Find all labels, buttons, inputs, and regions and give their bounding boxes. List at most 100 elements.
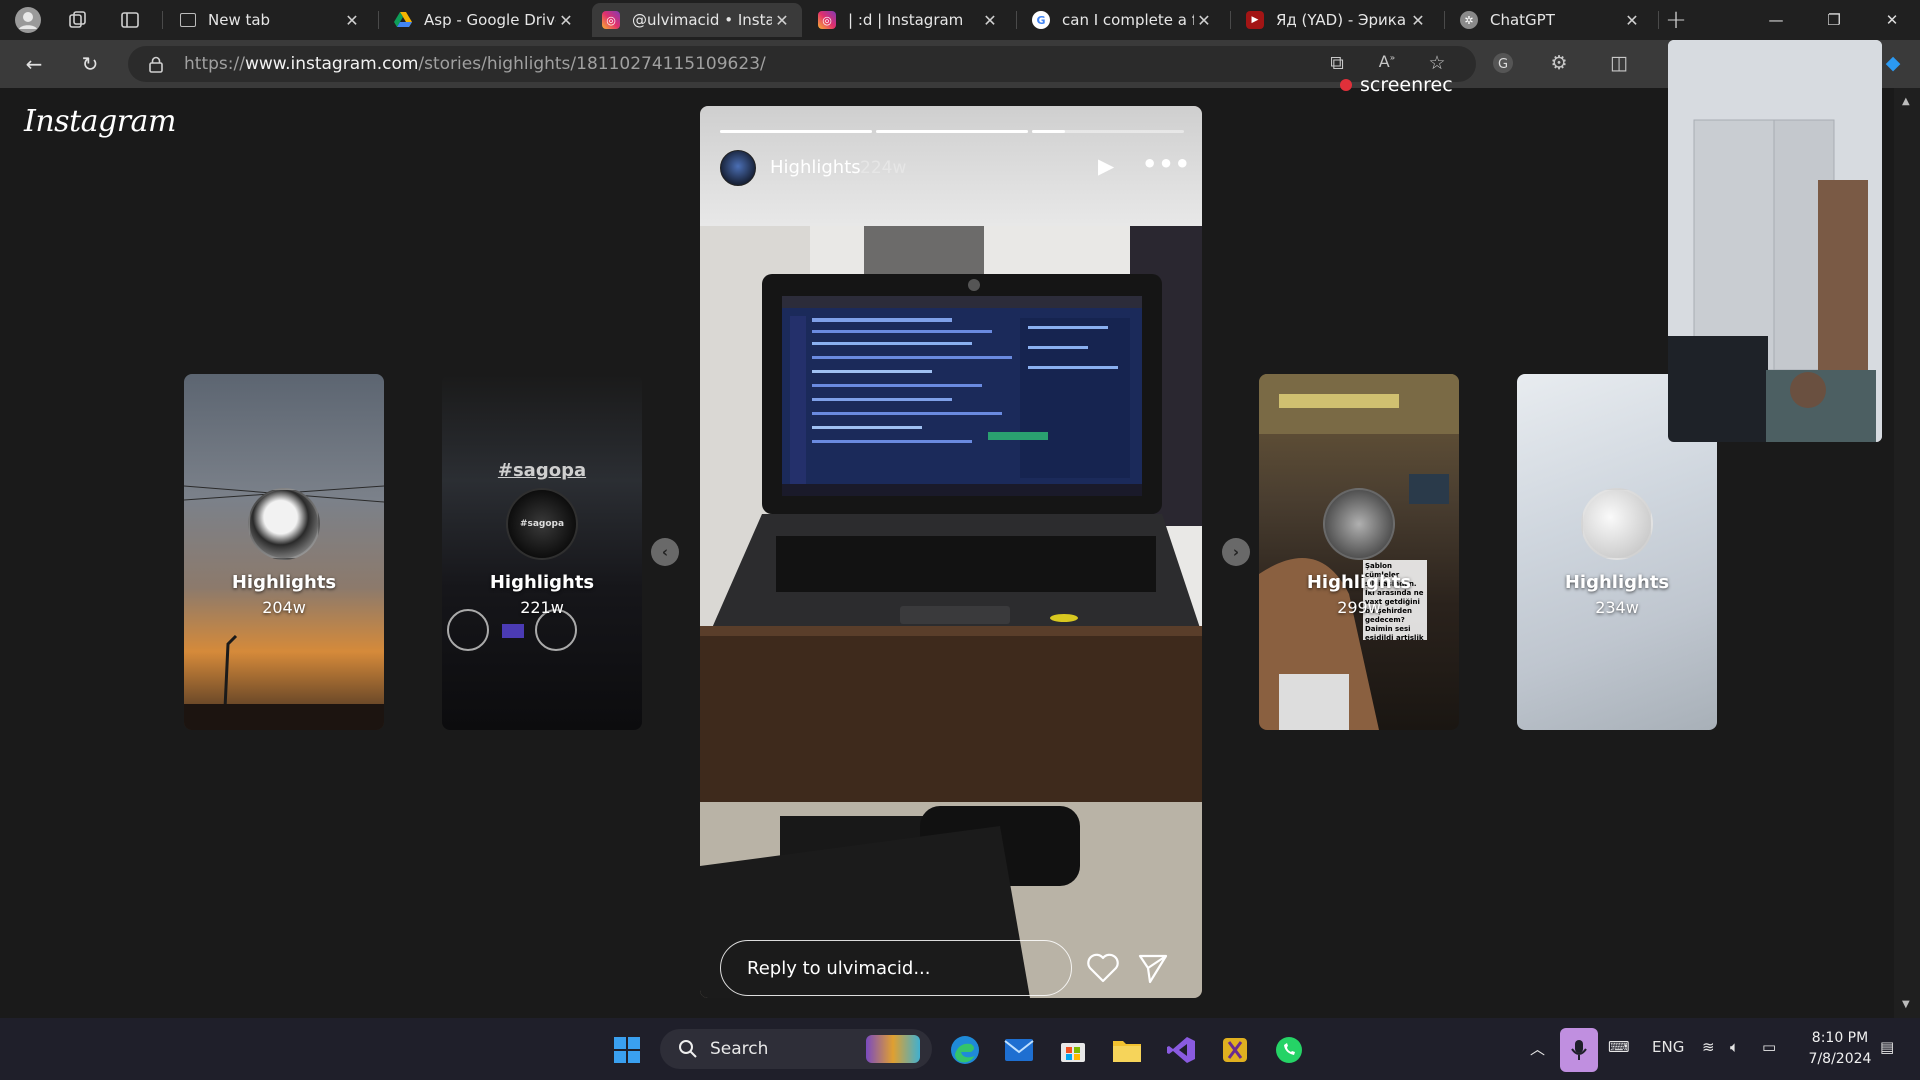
- highlight-card-1[interactable]: Highlights 204w: [184, 374, 384, 730]
- microsoft-store-icon[interactable]: [1054, 1032, 1092, 1068]
- chatgpt-icon: ✲: [1460, 11, 1478, 29]
- tab-title: Яд (YAD) - Эрика Л: [1276, 11, 1408, 29]
- highlight-age: 299w: [1337, 598, 1381, 617]
- mail-icon[interactable]: [1000, 1032, 1038, 1068]
- search-highlight-icon: [866, 1035, 920, 1063]
- tab-instagram-ulvimacid[interactable]: ◎ @ulvimacid • Instag ✕: [592, 3, 802, 37]
- tab-title: | :d | Instagram: [848, 11, 964, 29]
- tab-title: can I complete a ful: [1062, 11, 1194, 29]
- tab-google-search[interactable]: G can I complete a ful ✕: [1022, 3, 1224, 37]
- tab-instagram-d[interactable]: ◎ | :d | Instagram ✕: [808, 3, 1010, 37]
- story-progress-segment-1: [720, 130, 872, 133]
- google-drive-icon: [394, 11, 412, 29]
- highlight-card-2[interactable]: #sagopa #sagopa Highlights 221w: [442, 374, 642, 730]
- file-explorer-icon[interactable]: [1108, 1032, 1146, 1068]
- whatsapp-icon[interactable]: [1270, 1032, 1308, 1068]
- recording-dot-icon: [1340, 79, 1352, 91]
- workspaces-icon[interactable]: [62, 4, 94, 36]
- profile-icon[interactable]: [12, 4, 44, 36]
- page-scrollbar[interactable]: ▲ ▼: [1894, 88, 1920, 1018]
- keyboard-icon[interactable]: ⌨: [1608, 1038, 1630, 1056]
- notifications-icon[interactable]: ▤: [1880, 1038, 1894, 1056]
- highlight-title: Highlights: [1564, 572, 1670, 593]
- favorite-star-icon[interactable]: ☆: [1424, 52, 1450, 74]
- tab-title: New tab: [208, 11, 271, 29]
- tab-title: Asp - Google Drive: [424, 11, 556, 29]
- screenrec-badge: screenrec: [1340, 74, 1453, 96]
- story-avatar[interactable]: [720, 150, 756, 186]
- tab-youtube[interactable]: ▶ Яд (YAD) - Эрика Л ✕: [1236, 3, 1438, 37]
- highlight-title: Highlights: [489, 572, 595, 593]
- tab-new-tab[interactable]: New tab ✕: [170, 3, 372, 37]
- story-viewer[interactable]: Highlights 224w ▶ ••• Reply to ulvimacid…: [700, 106, 1202, 998]
- instagram-logo[interactable]: Instagram: [24, 104, 176, 139]
- google-icon: G: [1032, 11, 1050, 29]
- visual-studio-icon[interactable]: [1162, 1032, 1200, 1068]
- tab-close-icon[interactable]: ✕: [1194, 11, 1214, 30]
- more-options-icon[interactable]: •••: [1142, 150, 1191, 178]
- browser-tab-strip: New tab ✕ Asp - Google Drive ✕ ◎ @ulvima…: [0, 0, 1920, 40]
- tab-close-icon[interactable]: ✕: [342, 11, 362, 30]
- taskbar-search-box[interactable]: Search: [660, 1029, 932, 1069]
- tab-close-icon[interactable]: ✕: [1408, 11, 1428, 30]
- start-windows-icon[interactable]: [608, 1032, 646, 1068]
- microphone-icon[interactable]: [1560, 1028, 1598, 1072]
- story-photo-laptop: [700, 226, 1202, 998]
- search-icon: [679, 1040, 697, 1058]
- extensions-icon[interactable]: ⚙: [1546, 52, 1572, 74]
- close-window-icon[interactable]: ✕: [1864, 0, 1920, 40]
- tab-chatgpt[interactable]: ✲ ChatGPT ✕: [1450, 3, 1652, 37]
- scroll-up-icon[interactable]: ▲: [1902, 96, 1910, 107]
- tab-google-drive[interactable]: Asp - Google Drive ✕: [384, 3, 586, 37]
- wifi-icon[interactable]: ≋: [1702, 1038, 1715, 1056]
- tab-title: ChatGPT: [1490, 11, 1555, 29]
- instagram-icon: ◎: [818, 11, 836, 29]
- instagram-stories-page: Instagram Highlights 204w #sagopa #sagop…: [0, 88, 1920, 1018]
- screen: New tab ✕ Asp - Google Drive ✕ ◎ @ulvima…: [0, 0, 1920, 1080]
- svg-text:G: G: [1498, 57, 1508, 72]
- show-hidden-icons-chevron-icon[interactable]: ︿: [1530, 1038, 1545, 1059]
- copilot-icon[interactable]: ◆: [1880, 52, 1906, 74]
- language-indicator[interactable]: ENG: [1652, 1038, 1684, 1056]
- grammarly-icon[interactable]: G: [1490, 52, 1516, 79]
- browser-toolbar: ← ↻ https://www.instagram.com/stories/hi…: [0, 40, 1920, 88]
- windows-taskbar: Search ︿ ⌨ ENG ≋ 🔈︎ ▭ 8:10 PM 7/8/2024 ▤: [0, 1018, 1920, 1080]
- snipping-tool-icon[interactable]: [1216, 1032, 1254, 1068]
- highlight-avatar: [248, 488, 320, 560]
- tab-close-icon[interactable]: ✕: [980, 11, 1000, 30]
- tab-close-icon[interactable]: ✕: [772, 11, 792, 30]
- restore-icon[interactable]: ❐: [1806, 0, 1862, 40]
- scroll-down-icon[interactable]: ▼: [1902, 999, 1910, 1010]
- address-bar[interactable]: https://www.instagram.com/stories/highli…: [128, 46, 1476, 82]
- instagram-icon: ◎: [602, 11, 620, 29]
- webcam-overlay[interactable]: [1668, 40, 1882, 442]
- like-heart-icon[interactable]: [1086, 952, 1120, 984]
- highlight-avatar: [1323, 488, 1395, 560]
- split-screen-icon[interactable]: ◫: [1606, 52, 1632, 74]
- edge-browser-icon[interactable]: [946, 1032, 984, 1068]
- story-username[interactable]: Highlights: [770, 157, 861, 178]
- new-tab-plus-icon[interactable]: +: [1660, 4, 1692, 36]
- tab-close-icon[interactable]: ✕: [556, 11, 576, 30]
- tab-close-icon[interactable]: ✕: [1622, 11, 1642, 30]
- vertical-tabs-icon[interactable]: [114, 4, 146, 36]
- next-story-arrow[interactable]: ›: [1222, 538, 1250, 566]
- send-paper-plane-icon[interactable]: [1136, 952, 1170, 984]
- reply-input[interactable]: Reply to ulvimacid...: [720, 940, 1072, 996]
- highlight-title: Highlights: [1306, 572, 1412, 593]
- play-icon[interactable]: ▶: [1098, 154, 1122, 180]
- read-aloud-icon[interactable]: A»: [1374, 52, 1400, 71]
- system-clock[interactable]: 8:10 PM 7/8/2024: [1800, 1028, 1880, 1070]
- open-in-app-icon[interactable]: ⧉: [1324, 52, 1350, 74]
- story-progress-segment-2: [876, 130, 1028, 133]
- highlight-age: 221w: [520, 598, 564, 617]
- clock-date: 7/8/2024: [1808, 1051, 1872, 1067]
- battery-icon[interactable]: ▭: [1762, 1038, 1776, 1056]
- previous-story-arrow[interactable]: ‹: [651, 538, 679, 566]
- refresh-icon[interactable]: ↻: [74, 48, 106, 80]
- minimize-icon[interactable]: —: [1748, 0, 1804, 40]
- back-arrow-icon[interactable]: ←: [18, 48, 50, 80]
- highlight-card-3[interactable]: Şablon cümleler silsilasindan. İki arası…: [1259, 374, 1459, 730]
- volume-icon[interactable]: 🔈︎: [1730, 1038, 1739, 1056]
- lock-icon[interactable]: [148, 56, 164, 73]
